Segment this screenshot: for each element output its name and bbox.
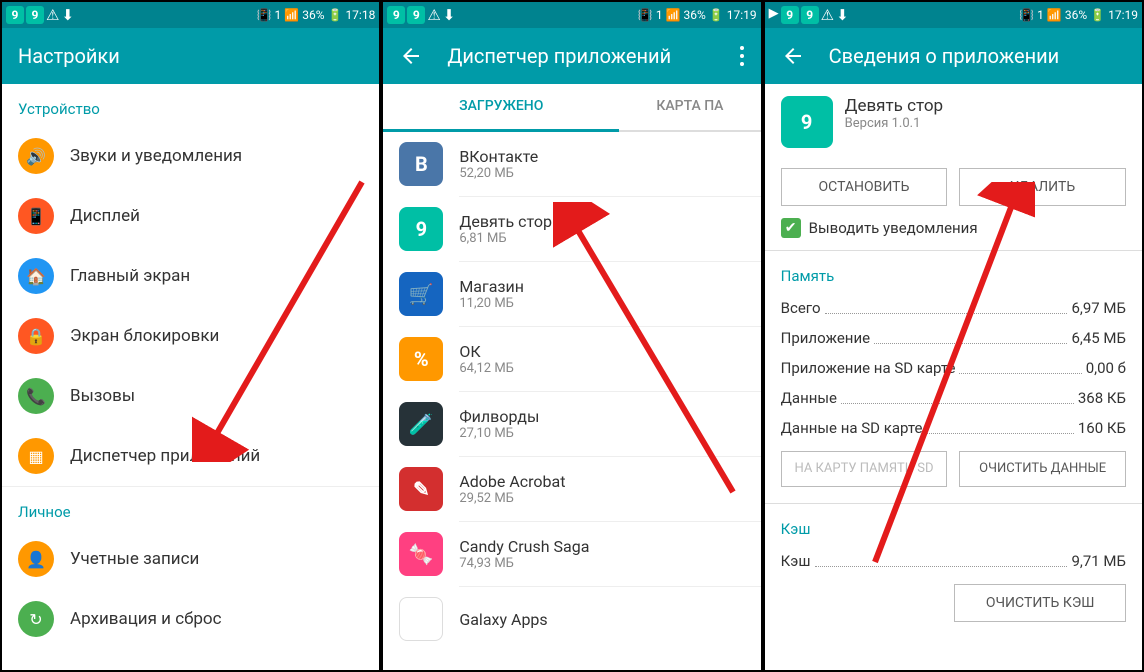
checkbox-icon: ✔: [781, 218, 801, 238]
section-cache: Кэш: [765, 504, 1142, 546]
vibrate-icon: 📳: [257, 8, 272, 22]
battery-pct: 36%: [302, 8, 324, 22]
app-nine[interactable]: 9Девять стор6,81 МБ: [383, 197, 760, 261]
phone-icon: 📞: [18, 378, 54, 414]
section-personal: Личное: [2, 487, 379, 529]
download-icon: ⬇: [61, 6, 74, 24]
page-title: Настройки: [18, 44, 363, 68]
app-name: Девять стор: [845, 96, 943, 116]
app-shop[interactable]: 🛒Магазин11,20 МБ: [383, 262, 760, 326]
stop-button[interactable]: ОСТАНОВИТЬ: [781, 168, 948, 206]
fil-icon: 🧪: [399, 402, 443, 446]
notif-icon: 9: [801, 6, 819, 24]
back-icon[interactable]: [399, 44, 423, 68]
row-total: Всего6,97 МБ: [765, 293, 1142, 323]
panel-app-info: ▶99⚠⬇ 📳1📶36%🔋17:19 Сведения о приложении…: [763, 0, 1144, 672]
clock: 17:18: [345, 8, 375, 22]
apps-icon: ▦: [18, 438, 54, 474]
tab-downloaded[interactable]: ЗАГРУЖЕНО: [383, 84, 619, 132]
notify-checkbox-row[interactable]: ✔ Выводить уведомления: [765, 218, 1142, 251]
sim-icon: 1: [275, 8, 282, 22]
home-icon: 🏠: [18, 258, 54, 294]
item-accounts[interactable]: 👤Учетные записи: [2, 529, 379, 589]
warning-icon: ⚠: [821, 6, 834, 24]
candy-icon: 🍬: [399, 532, 443, 576]
status-bar: ▶99⚠⬇ 📳1📶36%🔋17:19: [765, 2, 1142, 28]
item-backup[interactable]: ↻Архивация и сброс: [2, 589, 379, 649]
delete-button[interactable]: УДАЛИТЬ: [959, 168, 1126, 206]
app-ok[interactable]: %ОК64,12 МБ: [383, 327, 760, 391]
vibrate-icon: 📳: [638, 8, 653, 22]
status-bar: 9 9 ⚠ ⬇ 📳 1 📶 36% 🔋 17:18: [2, 2, 379, 28]
battery-icon: 🔋: [327, 8, 342, 22]
backup-icon: ↻: [18, 601, 54, 637]
move-sd-button: НА КАРТУ ПАМЯТИ SD: [781, 451, 948, 487]
notif-icon: 9: [26, 6, 44, 24]
app-bar: Сведения о приложении: [765, 28, 1142, 84]
app-fil[interactable]: 🧪Филворды27,10 МБ: [383, 392, 760, 456]
item-lock[interactable]: 🔒Экран блокировки: [2, 306, 379, 366]
row-cache: Кэш9,71 МБ: [765, 546, 1142, 576]
sound-icon: 🔊: [18, 138, 54, 174]
row-app: Приложение6,45 МБ: [765, 323, 1142, 353]
row-appsd: Приложение на SD карте0,00 б: [765, 353, 1142, 383]
nine-icon: 9: [399, 207, 443, 251]
app-version: Версия 1.0.1: [845, 116, 943, 131]
app-bar: Настройки: [2, 28, 379, 84]
item-display[interactable]: 📱Дисплей: [2, 186, 379, 246]
more-icon[interactable]: [739, 44, 745, 68]
item-sound[interactable]: 🔊Звуки и уведомления: [2, 126, 379, 186]
panel-app-manager: 99⚠⬇ 📳1📶36%🔋17:19 Диспетчер приложений З…: [381, 0, 762, 672]
row-data: Данные368 КБ: [765, 383, 1142, 413]
nine-icon: 9: [781, 96, 833, 148]
notif-icon: 9: [407, 6, 425, 24]
galaxy-icon: ⬡: [399, 597, 443, 641]
download-icon: ⬇: [836, 6, 849, 24]
tabs: ЗАГРУЖЕНО КАРТА ПА: [383, 84, 760, 132]
display-icon: 📱: [18, 198, 54, 234]
play-icon: ▶: [769, 6, 779, 24]
adobe-icon: ✎: [399, 467, 443, 511]
page-title: Диспетчер приложений: [447, 44, 738, 68]
item-home[interactable]: 🏠Главный экран: [2, 246, 379, 306]
notif-icon: 9: [6, 6, 24, 24]
section-device: Устройство: [2, 84, 379, 126]
ok-icon: %: [399, 337, 443, 381]
app-header: 9 Девять сторВерсия 1.0.1: [765, 84, 1142, 160]
signal-icon: 📶: [284, 8, 299, 22]
warning-icon: ⚠: [46, 6, 59, 24]
app-candy[interactable]: 🍬Candy Crush Saga74,93 МБ: [383, 522, 760, 586]
app-galaxy[interactable]: ⬡Galaxy Apps: [383, 587, 760, 651]
clear-cache-button[interactable]: ОЧИСТИТЬ КЭШ: [954, 584, 1126, 622]
back-icon[interactable]: [781, 44, 805, 68]
vk-icon: B: [399, 142, 443, 186]
panel-settings: 9 9 ⚠ ⬇ 📳 1 📶 36% 🔋 17:18 Настройки Устр…: [0, 0, 381, 672]
lock-icon: 🔒: [18, 318, 54, 354]
notif-icon: 9: [781, 6, 799, 24]
status-bar: 99⚠⬇ 📳1📶36%🔋17:19: [383, 2, 760, 28]
download-icon: ⬇: [443, 6, 456, 24]
tab-sd[interactable]: КАРТА ПА: [619, 84, 761, 130]
accounts-icon: 👤: [18, 541, 54, 577]
section-memory: Память: [765, 251, 1142, 293]
app-vk[interactable]: BВКонтакте52,20 МБ: [383, 132, 760, 196]
clear-data-button[interactable]: ОЧИСТИТЬ ДАННЫЕ: [959, 451, 1126, 487]
item-apps[interactable]: ▦Диспетчер приложений: [2, 426, 379, 487]
item-calls[interactable]: 📞Вызовы: [2, 366, 379, 426]
app-adobe[interactable]: ✎Adobe Acrobat29,52 МБ: [383, 457, 760, 521]
shop-icon: 🛒: [399, 272, 443, 316]
notif-icon: 9: [387, 6, 405, 24]
warning-icon: ⚠: [427, 6, 440, 24]
row-datasd: Данные на SD карте160 КБ: [765, 413, 1142, 443]
page-title: Сведения о приложении: [829, 44, 1126, 68]
app-bar: Диспетчер приложений: [383, 28, 760, 84]
